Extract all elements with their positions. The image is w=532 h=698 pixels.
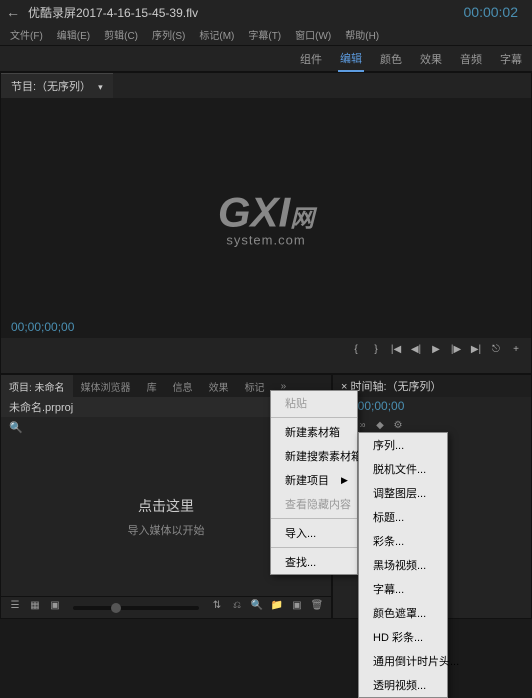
ws-tab-effects[interactable]: 效果 xyxy=(418,47,444,71)
marker-icon[interactable]: ◆ xyxy=(373,420,387,431)
ws-tab-audio[interactable]: 音频 xyxy=(458,47,484,71)
plus-icon[interactable]: + xyxy=(509,344,523,355)
program-monitor-panel: 节目:（无序列） ▾ GXI网 system.com 00;00;00;00 {… xyxy=(0,72,532,374)
cm-captions[interactable]: 字幕... xyxy=(359,577,447,601)
cm-find[interactable]: 查找... xyxy=(271,550,357,574)
timeline-timecode[interactable]: 00;00;00;00 xyxy=(333,397,531,415)
workspace-tabs: 组件 编辑 颜色 效果 音频 字幕 xyxy=(0,46,532,72)
frame-fwd-icon[interactable]: |▶ xyxy=(449,344,463,355)
cm-bars[interactable]: 彩条... xyxy=(359,529,447,553)
ws-tab-color[interactable]: 颜色 xyxy=(378,47,404,71)
mark-in-icon[interactable]: { xyxy=(349,344,363,355)
list-view-icon[interactable]: ☰ xyxy=(7,600,23,616)
search-icon[interactable]: 🔍 xyxy=(9,421,23,434)
cm-black-video[interactable]: 黑场视频... xyxy=(359,553,447,577)
menu-sequence[interactable]: 序列(S) xyxy=(146,25,191,44)
cm-title[interactable]: 标题... xyxy=(359,505,447,529)
ws-tab-assembly[interactable]: 组件 xyxy=(298,47,324,71)
cm-sequence[interactable]: 序列... xyxy=(359,433,447,457)
zoom-slider[interactable] xyxy=(73,606,199,610)
import-hint-label: 导入媒体以开始 xyxy=(128,522,205,538)
cm-paste: 粘贴 xyxy=(271,391,357,415)
play-icon[interactable]: ▶ xyxy=(429,344,443,355)
automate-icon[interactable]: ⎌ xyxy=(229,600,245,616)
ws-tab-titles[interactable]: 字幕 xyxy=(498,47,524,71)
ws-tab-editing[interactable]: 编辑 xyxy=(338,46,364,72)
titlebar-timecode: 00:00:02 xyxy=(464,4,519,20)
cm-new-bin[interactable]: 新建素材箱 xyxy=(271,420,357,444)
transport-controls: { } |◀ ◀| ▶ |▶ ▶| ⎋ + xyxy=(1,338,531,360)
frame-back-icon[interactable]: ◀| xyxy=(409,344,423,355)
new-bin-icon[interactable]: 📁 xyxy=(269,600,285,616)
tab-info[interactable]: 信息 xyxy=(165,375,201,398)
trash-icon[interactable]: 🗑 xyxy=(309,600,325,616)
settings-icon[interactable]: ⚙ xyxy=(391,420,405,431)
timeline-header: × 时间轴:（无序列） xyxy=(333,375,531,397)
step-back-icon[interactable]: |◀ xyxy=(389,344,403,355)
tab-project[interactable]: 项目: 未命名 xyxy=(1,375,73,398)
tab-library[interactable]: 库 xyxy=(139,375,165,398)
zoom-slider-thumb[interactable] xyxy=(111,603,121,613)
project-footer: ☰ ▦ ▣ ⇅ ⎌ 🔍 📁 ▣ 🗑 xyxy=(1,596,331,618)
titlebar: ← 优酷录屏2017-4-16-15-45-39.flv 00:00:02 xyxy=(0,0,532,24)
project-filename: 未命名.prproj xyxy=(9,399,73,415)
window-title: 优酷录屏2017-4-16-15-45-39.flv xyxy=(28,4,464,21)
menu-window[interactable]: 窗口(W) xyxy=(289,25,337,44)
cm-hd-bars[interactable]: HD 彩条... xyxy=(359,625,447,649)
context-menu-submenu: 序列... 脱机文件... 调整图层... 标题... 彩条... 黑场视频..… xyxy=(358,432,448,698)
menu-separator xyxy=(271,547,357,548)
program-timecode[interactable]: 00;00;00;00 xyxy=(11,320,74,334)
program-panel-tab[interactable]: 节目:（无序列） ▾ xyxy=(1,73,113,98)
program-viewer: GXI网 system.com 00;00;00;00 xyxy=(1,98,531,338)
click-here-label: 点击这里 xyxy=(138,496,194,516)
cm-import[interactable]: 导入... xyxy=(271,521,357,545)
menu-title[interactable]: 字幕(T) xyxy=(242,25,287,44)
sort-icon[interactable]: ⇅ xyxy=(209,600,225,616)
step-fwd-icon[interactable]: ▶| xyxy=(469,344,483,355)
chevron-down-icon[interactable]: ▾ xyxy=(98,82,103,92)
icon-view-icon[interactable]: ▦ xyxy=(27,600,43,616)
watermark: GXI网 system.com xyxy=(218,189,314,248)
submenu-arrow-icon: ▶ xyxy=(341,475,348,486)
back-arrow-icon[interactable]: ← xyxy=(6,4,20,20)
menu-help[interactable]: 帮助(H) xyxy=(339,25,385,44)
mark-out-icon[interactable]: } xyxy=(369,344,383,355)
context-menu-primary: 粘贴 新建素材箱 新建搜索素材箱 新建项目▶ 查看隐藏内容 导入... 查找..… xyxy=(270,390,358,575)
export-frame-icon[interactable]: ⎋ xyxy=(489,344,503,355)
menu-marker[interactable]: 标记(M) xyxy=(193,25,240,44)
tab-media-browser[interactable]: 媒体浏览器 xyxy=(73,375,139,398)
find-icon[interactable]: 🔍 xyxy=(249,600,265,616)
cm-offline-file[interactable]: 脱机文件... xyxy=(359,457,447,481)
menu-separator xyxy=(271,417,357,418)
cm-adjustment-layer[interactable]: 调整图层... xyxy=(359,481,447,505)
tab-effects[interactable]: 效果 xyxy=(201,375,237,398)
menu-separator xyxy=(271,518,357,519)
cm-new-item[interactable]: 新建项目▶ xyxy=(271,468,357,492)
cm-color-matte[interactable]: 颜色遮罩... xyxy=(359,601,447,625)
cm-transparent-video[interactable]: 透明视频... xyxy=(359,673,447,697)
menubar: 文件(F) 编辑(E) 剪辑(C) 序列(S) 标记(M) 字幕(T) 窗口(W… xyxy=(0,24,532,46)
cm-new-search-bin[interactable]: 新建搜索素材箱 xyxy=(271,444,357,468)
cm-view-hidden: 查看隐藏内容 xyxy=(271,492,357,516)
lower-panels: 项目: 未命名 媒体浏览器 库 信息 效果 标记 » 未命名.prproj 🔍 … xyxy=(0,374,532,619)
cm-countdown[interactable]: 通用倒计时片头... xyxy=(359,649,447,673)
menu-edit[interactable]: 编辑(E) xyxy=(51,25,96,44)
menu-clip[interactable]: 剪辑(C) xyxy=(98,25,144,44)
program-tab-label: 节目:（无序列） xyxy=(11,81,91,93)
new-item-icon[interactable]: ▣ xyxy=(289,600,305,616)
menu-file[interactable]: 文件(F) xyxy=(4,25,49,44)
freeform-view-icon[interactable]: ▣ xyxy=(47,600,63,616)
tab-markers[interactable]: 标记 xyxy=(237,375,273,398)
